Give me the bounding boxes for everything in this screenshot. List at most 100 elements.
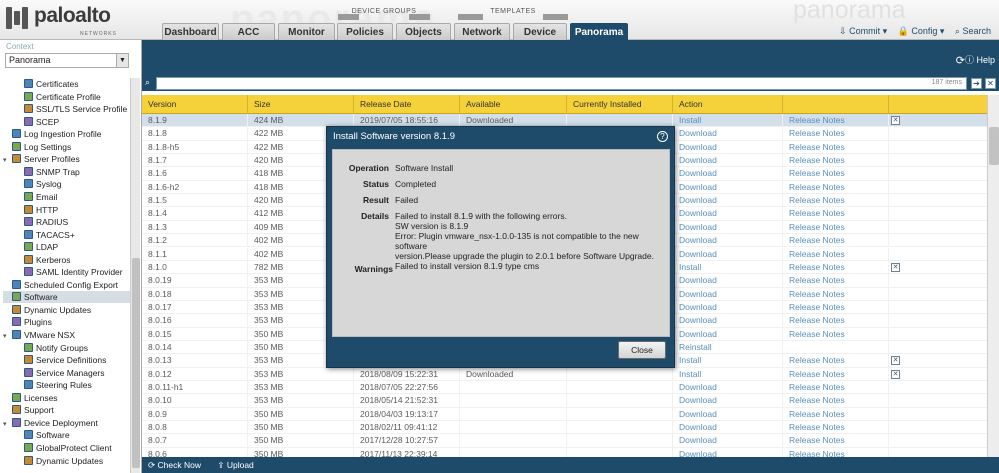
upload-button[interactable]: ⇪ Upload [217,460,253,470]
column-header[interactable] [783,95,889,114]
sidebar-item-label: SSL/TLS Service Profile [36,104,128,115]
sidebar-item[interactable]: Kerberos [24,254,71,266]
table-scroll-thumb[interactable] [989,127,999,165]
column-header[interactable]: Action [673,95,783,114]
details-label: Details [361,211,389,221]
result-label: Result [363,195,389,205]
upload-label: Upload [226,460,254,470]
install-dialog: Install Software version 8.1.9 ? Operati… [326,126,675,368]
sidebar-item-label: Email [36,191,58,202]
sidebar-item[interactable]: Certificate Profile [24,91,101,103]
sidebar-item[interactable]: Notify Groups [24,342,88,354]
sidebar-scroll-thumb[interactable] [132,258,140,468]
sidebar-item[interactable]: Dynamic Updates [24,455,103,467]
sidebar-item[interactable]: Plugins [3,316,52,328]
sidebar-item[interactable]: Service Definitions [24,354,106,366]
sidebar-item[interactable]: Support [3,404,54,416]
status-label: Status [363,179,389,189]
tab-device[interactable]: Device [513,23,567,41]
tree-toggle-icon[interactable]: ▾ [3,331,12,343]
warnings-label: Warnings [354,264,393,274]
tree-toggle-icon[interactable]: ▾ [3,155,12,167]
table-scrollbar[interactable] [987,95,999,457]
sidebar-item-label: Dynamic Updates [36,455,104,466]
sidebar-item[interactable]: ▾ Server Profiles [3,153,80,165]
clear-filter-button[interactable]: ✕ [985,78,996,89]
commit-label: Commit [849,26,881,36]
sidebar-item-label: Steering Rules [36,380,92,391]
sidebar-item[interactable]: Log Ingestion Profile [3,128,102,140]
tree-toggle-icon[interactable]: ▾ [3,419,12,431]
chevron-down-icon: ▼ [116,54,128,67]
tab-policies[interactable]: Policies [337,23,393,41]
column-header[interactable]: Version [142,95,248,114]
sidebar-item[interactable]: LDAP [24,241,58,253]
sidebar-item-label: Dynamic Updates [24,304,92,315]
tab-dashboard[interactable]: Dashboard [162,23,219,41]
sidebar-item[interactable]: SNMP Trap [24,166,80,178]
sidebar-item[interactable]: Service Managers [24,367,105,379]
tree-node-icon [12,330,21,339]
sidebar-item[interactable]: ▾ Device Deployment [3,417,98,429]
tree-node-icon [24,229,33,239]
search-link[interactable]: ⌕ Search [955,26,991,36]
tree-node-icon [24,204,33,214]
sidebar-item[interactable]: Email [24,191,57,203]
tree-node-icon [24,455,33,465]
context-select[interactable]: Panorama ▼ [5,53,129,68]
sidebar-scrollbar[interactable] [130,78,140,473]
config-menu[interactable]: 🔒 Config ▾ [898,26,945,36]
sidebar-item[interactable]: Steering Rules [24,379,92,391]
sidebar-item[interactable]: SAML Identity Provider [24,266,123,278]
help-icon[interactable]: ? [657,131,668,142]
tree-node-icon [24,116,33,126]
sidebar-item[interactable]: Scheduled Config Export [3,279,118,291]
item-count: 187 items [931,79,962,86]
sidebar-item[interactable]: SCEP [24,116,59,128]
sidebar-item[interactable]: Syslog [24,178,62,190]
logo-word: paloalto [34,4,111,27]
tab-monitor[interactable]: Monitor [278,23,335,41]
sidebar-item[interactable]: ▾ VMware NSX [3,329,75,341]
sidebar-item[interactable]: HTTP [24,204,58,216]
tab-network[interactable]: Network [454,23,510,41]
sidebar-item[interactable]: RADIUS [24,216,68,228]
sidebar-item[interactable]: Software [24,429,70,441]
close-button[interactable]: Close [618,341,666,359]
tab-acc[interactable]: ACC [222,23,275,41]
sidebar-item[interactable]: SSL/TLS Service Profile [24,103,127,115]
sidebar-item-label: Server Profiles [24,154,80,165]
sidebar-item-label: Certificate Profile [36,91,101,102]
sidebar-item[interactable]: Certificates [24,78,79,90]
sidebar-item-label: RADIUS [36,217,69,228]
check-now-button[interactable]: ⟳ Check Now [148,460,201,470]
tab-panorama[interactable]: Panorama [570,23,628,41]
details-value: Failed to install 8.1.9 with the followi… [395,211,665,271]
sidebar-item[interactable]: GlobalProtect Client [24,442,112,454]
sidebar-item-label: GlobalProtect Client [36,442,112,453]
search-icon: ⌕ [145,77,151,87]
filter-input[interactable]: 187 items [156,77,967,90]
result-value: Failed [395,195,419,205]
context-label: Context [6,42,34,51]
sidebar-item[interactable]: TACACS+ [24,229,75,241]
templates-label: TEMPLATES [458,8,568,22]
refresh-icon[interactable]: ⟳ [956,54,965,67]
upload-icon: ⇪ [217,460,225,470]
sidebar-item[interactable]: Licenses [3,392,58,404]
sidebar-item[interactable]: Dynamic Updates [3,304,91,316]
column-header[interactable]: Release Date [354,95,460,114]
apply-filter-button[interactable]: ➔ [971,78,982,89]
sidebar-item[interactable]: Software [3,291,130,304]
tab-objects[interactable]: Objects [396,23,451,41]
sidebar-item-label: Log Ingestion Profile [24,129,102,140]
table-header: Version Size Release Date Available Currentl… [142,95,987,114]
help-button[interactable]: ⓘ Help [965,53,995,66]
tree-node-icon [24,430,33,440]
tree-node-icon [24,254,33,264]
column-header[interactable]: Available [460,95,567,114]
commit-menu[interactable]: ⇩ Commit ▾ [839,26,887,36]
sidebar-item[interactable]: Log Settings [3,141,71,153]
column-header[interactable]: Size [248,95,354,114]
column-header[interactable]: Currently Installed [567,95,673,114]
